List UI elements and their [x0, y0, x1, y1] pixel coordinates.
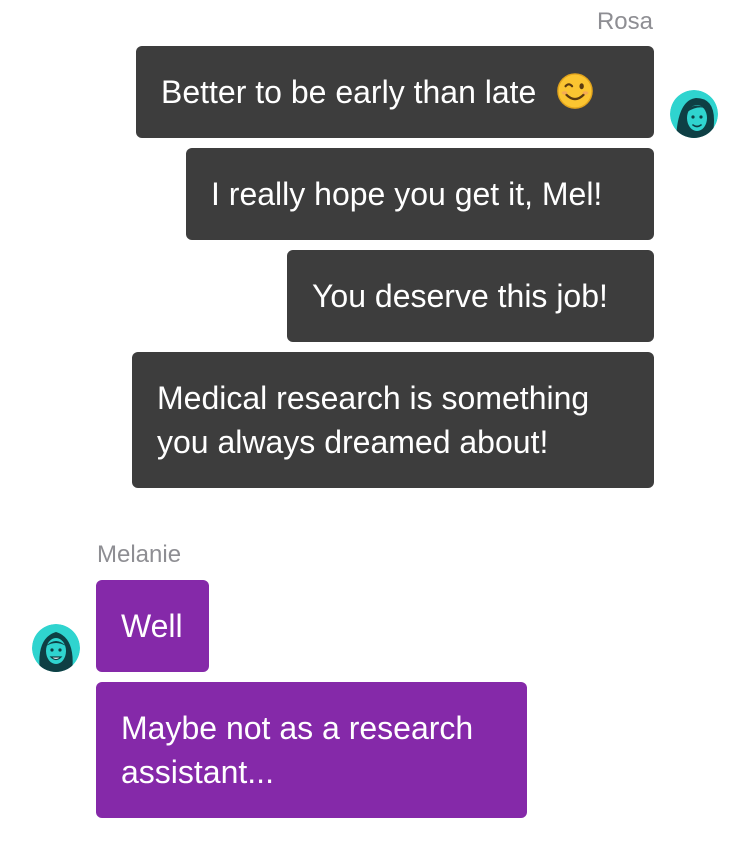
sender-name-rosa: Rosa	[596, 8, 653, 35]
message-bubble[interactable]: Maybe not as a research assistant...	[96, 682, 527, 818]
message-bubble[interactable]: Better to be early than late	[136, 46, 654, 138]
message-text: Better to be early than late	[161, 74, 537, 110]
message-bubble[interactable]: You deserve this job!	[287, 250, 654, 342]
message-text: You deserve this job!	[312, 278, 608, 314]
message-bubble[interactable]: I really hope you get it, Mel!	[186, 148, 654, 240]
winking-face-icon	[556, 72, 594, 110]
rosa-avatar-icon[interactable]	[670, 90, 718, 138]
sender-name-melanie: Melanie	[97, 541, 182, 568]
message-bubble[interactable]: Medical research is something you always…	[132, 352, 654, 488]
message-text: Maybe not as a research assistant...	[121, 710, 474, 790]
message-text: Medical research is something you always…	[157, 380, 590, 460]
chat-window: Rosa Better to be early than late I real…	[0, 0, 750, 859]
message-text: I really hope you get it, Mel!	[211, 176, 603, 212]
melanie-avatar-icon[interactable]	[32, 624, 80, 672]
message-text: Well	[121, 608, 183, 644]
message-bubble[interactable]: Well	[96, 580, 209, 672]
